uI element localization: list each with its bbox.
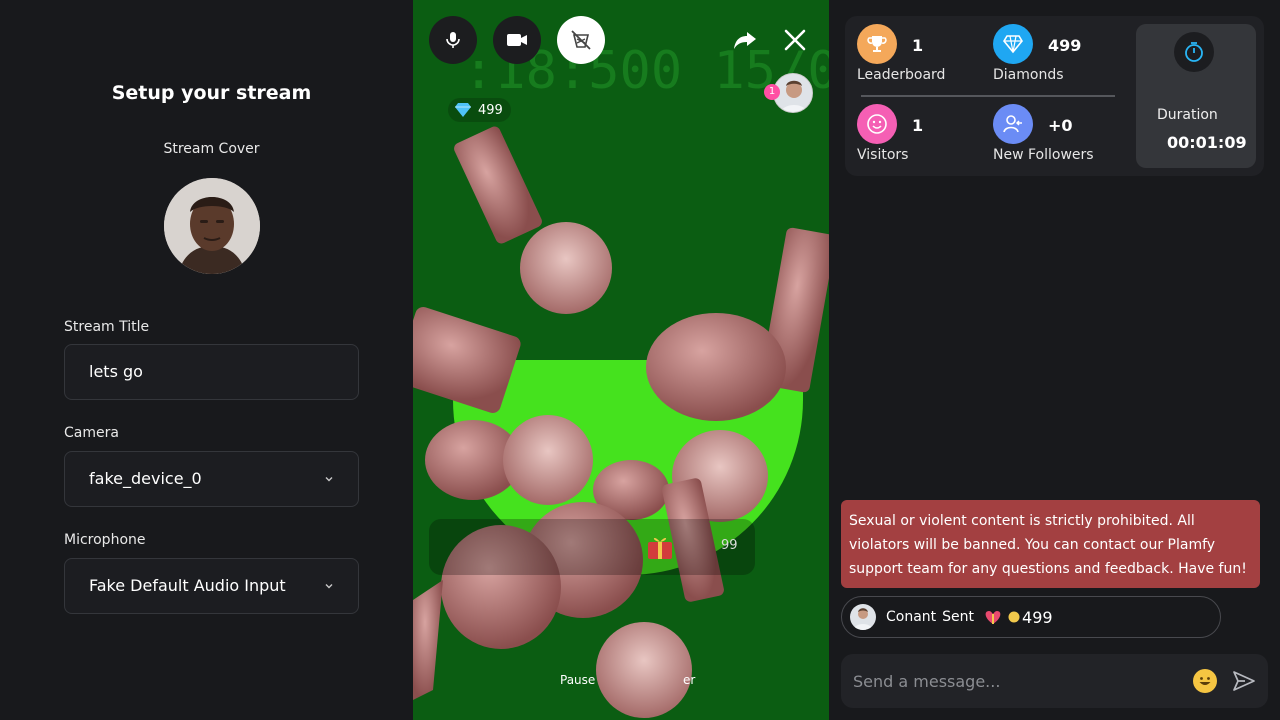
emoji-icon[interactable] xyxy=(1193,669,1217,693)
gift-bar-amount: 99 xyxy=(721,538,738,553)
leaderboard-value: 1 xyxy=(912,36,924,55)
diamond-count: 499 xyxy=(478,102,503,118)
content-warning-message: Sexual or violent content is strictly pr… xyxy=(841,500,1260,588)
stream-title-value: lets go xyxy=(89,362,143,381)
diamonds-value: 499 xyxy=(1048,36,1082,55)
share-icon[interactable] xyxy=(729,24,761,56)
setup-title: Setup your stream xyxy=(111,82,312,104)
effects-toggle-button[interactable] xyxy=(557,16,605,64)
diamond-icon xyxy=(993,24,1033,64)
timer-icon xyxy=(1174,32,1214,72)
duration-label: Duration xyxy=(1157,107,1218,123)
stream-cover-image[interactable] xyxy=(164,178,260,274)
visitors-label: Visitors xyxy=(857,147,909,163)
microphone-select[interactable]: Fake Default Audio Input xyxy=(64,558,359,614)
stream-cover-label: Stream Cover xyxy=(163,141,260,157)
avatar[interactable] xyxy=(850,604,876,630)
message-composer xyxy=(841,654,1268,708)
setup-panel: Setup your stream Stream Cover Stream Ti… xyxy=(0,0,413,720)
gift-box-icon xyxy=(648,537,672,559)
stream-preview: :18:500 15/0 1 499 99 Pause er xyxy=(413,0,829,720)
camera-value: fake_device_0 xyxy=(89,469,202,488)
microphone-label: Microphone xyxy=(64,532,146,548)
camera-toggle-button[interactable] xyxy=(493,16,541,64)
trophy-icon xyxy=(857,24,897,64)
gift-sender-name: Conant xyxy=(886,609,937,625)
stream-stats-card: 1 Leaderboard 499 Diamonds 1 Visitors +0… xyxy=(845,16,1264,176)
stream-title-label: Stream Title xyxy=(64,319,150,335)
followers-value: +0 xyxy=(1048,116,1073,135)
mic-toggle-button[interactable] xyxy=(429,16,477,64)
chevron-down-icon xyxy=(325,477,333,482)
diamond-counter: 499 xyxy=(448,98,511,122)
effects-off-icon xyxy=(571,30,591,50)
viewer-count-badge: 1 xyxy=(764,84,780,100)
stats-divider xyxy=(861,95,1115,97)
close-icon[interactable] xyxy=(779,24,811,56)
stats-chat-panel: 1 Leaderboard 499 Diamonds 1 Visitors +0… xyxy=(829,0,1280,720)
microphone-icon xyxy=(446,32,460,48)
pause-label: Pause xyxy=(560,673,596,687)
duration-value: 00:01:09 xyxy=(1167,133,1247,152)
send-icon[interactable] xyxy=(1231,668,1257,694)
followers-label: New Followers xyxy=(993,147,1094,163)
camera-select[interactable]: fake_device_0 xyxy=(64,451,359,507)
gift-notification-bar: 99 xyxy=(429,519,755,575)
smiley-icon xyxy=(857,104,897,144)
message-input[interactable] xyxy=(853,654,1183,708)
gift-amount: 499 xyxy=(1022,607,1053,627)
stream-title-input[interactable]: lets go xyxy=(64,344,359,400)
video-camera-icon xyxy=(507,34,527,46)
other-control-label: er xyxy=(683,673,696,687)
leaderboard-label[interactable]: Leaderboard xyxy=(857,67,945,83)
gift-chat-message: Conant Sent 499 xyxy=(841,596,1221,638)
duration-card: Duration 00:01:09 xyxy=(1136,24,1256,168)
user-follow-icon xyxy=(993,104,1033,144)
diamonds-label: Diamonds xyxy=(993,67,1064,83)
coin-icon xyxy=(1008,611,1020,623)
camera-label: Camera xyxy=(64,425,119,441)
gift-action-text: Sent xyxy=(942,609,975,625)
gift-icon xyxy=(985,611,1001,624)
visitors-value: 1 xyxy=(912,116,924,135)
chevron-down-icon xyxy=(325,584,333,589)
diamond-icon xyxy=(455,103,471,117)
microphone-value: Fake Default Audio Input xyxy=(89,576,286,595)
